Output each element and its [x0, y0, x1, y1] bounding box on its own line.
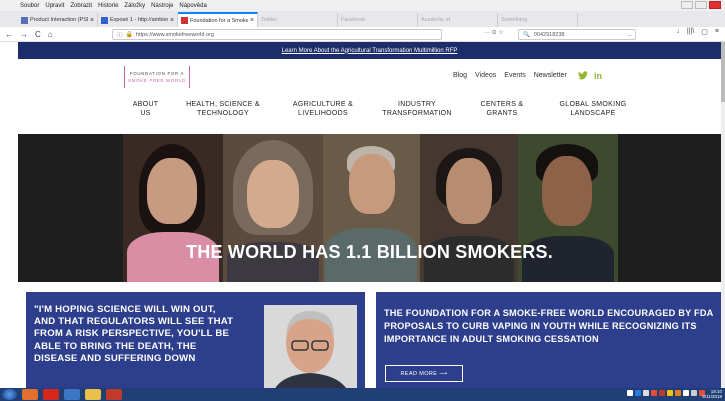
- downloads-icon[interactable]: ↓: [676, 28, 680, 36]
- system-tray: [627, 390, 705, 396]
- start-button[interactable]: [2, 389, 17, 400]
- search-input[interactable]: 🔍 0042918238 →: [518, 29, 636, 40]
- news-card[interactable]: THE FOUNDATION FOR A SMOKE-FREE WORLD EN…: [376, 292, 721, 388]
- tab-strip: Product Interaction (PSI) × Exposé 1 - ht…: [0, 11, 725, 27]
- back-button[interactable]: ←: [5, 30, 13, 39]
- quote-text: "I'M HOPING SCIENCE WILL WIN OUT, AND TH…: [34, 304, 234, 364]
- menu-file[interactable]: Soubor: [20, 3, 39, 9]
- menu-edit[interactable]: Upravit: [45, 3, 64, 9]
- portrait-photo: [264, 305, 357, 388]
- menu-tools[interactable]: Nástroje: [151, 3, 173, 9]
- quote-card[interactable]: "I'M HOPING SCIENCE WILL WIN OUT, AND TH…: [26, 292, 365, 388]
- tab-6[interactable]: Academy of: [418, 13, 498, 27]
- menu-view[interactable]: Zobrazit: [70, 3, 92, 9]
- site-logo[interactable]: FOUNDATION FOR A SMOKE-FREE WORLD: [124, 66, 190, 88]
- app-taskbar-icon[interactable]: [106, 389, 122, 400]
- lock-icon: 🔒: [125, 32, 133, 38]
- taskbar-clock[interactable]: 18:10 8/11/2018: [702, 389, 722, 399]
- page-viewport: Learn More About the Agricultural Transf…: [18, 42, 721, 388]
- toolbar-tools: ↓ |||\ ▢ ≡: [676, 28, 719, 36]
- tray-icon[interactable]: [659, 390, 665, 396]
- linkedin-icon[interactable]: in: [594, 71, 602, 82]
- page-scrollbar[interactable]: [721, 42, 725, 388]
- tray-icon[interactable]: [635, 390, 641, 396]
- tab-close-icon[interactable]: ×: [170, 17, 174, 24]
- explorer-taskbar-icon[interactable]: [64, 389, 80, 400]
- maximize-button[interactable]: [695, 1, 707, 9]
- menu-bar: Soubor Upravit Zobrazit Historie Záložky…: [0, 0, 725, 11]
- firefox-taskbar-icon[interactable]: [22, 389, 38, 400]
- tray-icon[interactable]: [651, 390, 657, 396]
- social-links: in: [578, 71, 602, 82]
- page-actions[interactable]: ··· ⊙ ☆: [484, 29, 504, 36]
- tab-close-icon[interactable]: ×: [90, 17, 94, 24]
- favicon-icon: [181, 17, 188, 24]
- nav-industry-transformation[interactable]: INDUSTRY TRANSFORMATION: [373, 100, 461, 118]
- sidebar-icon[interactable]: ▢: [701, 28, 708, 36]
- tab-2[interactable]: Exposé 1 - http://ambientkiss.com×: [98, 13, 178, 27]
- network-icon[interactable]: [691, 390, 697, 396]
- search-value: 0042918238: [533, 31, 565, 38]
- close-window-button[interactable]: [709, 1, 721, 9]
- nav-global-smoking-landscape[interactable]: GLOBAL SMOKING LANDSCAPE: [543, 100, 643, 118]
- read-more-button[interactable]: READ MORE ⟶: [385, 365, 463, 382]
- favicon-icon: [21, 16, 28, 24]
- hero-banner: THE WORLD HAS 1.1 BILLION SMOKERS.: [18, 134, 721, 282]
- hero-headline: THE WORLD HAS 1.1 BILLION SMOKERS.: [186, 242, 553, 262]
- url-bar[interactable]: ⓘ 🔒 https://www.smokefreeworld.org: [112, 29, 442, 40]
- library-icon[interactable]: |||\: [687, 28, 694, 36]
- search-go-button[interactable]: →: [627, 32, 636, 38]
- news-title: THE FOUNDATION FOR A SMOKE-FREE WORLD EN…: [384, 308, 714, 344]
- nav-videos[interactable]: Videos: [475, 72, 496, 79]
- tab-3-active[interactable]: Foundation for a Smoke-Free W...×: [178, 12, 258, 27]
- window-controls: [681, 1, 721, 9]
- taskbar: 18:10 8/11/2018: [0, 388, 725, 401]
- tab-1[interactable]: Product Interaction (PSI) ×: [18, 13, 98, 27]
- volume-icon[interactable]: [683, 390, 689, 396]
- nav-agriculture-livelihoods[interactable]: AGRICULTURE & LIVELIHOODS: [273, 100, 373, 118]
- menu-help[interactable]: Nápověda: [179, 3, 206, 9]
- reload-button[interactable]: C: [35, 30, 41, 39]
- tab-7[interactable]: Something: [498, 13, 578, 27]
- scrollbar-thumb[interactable]: [721, 42, 725, 102]
- tab-close-icon[interactable]: ×: [250, 17, 254, 24]
- nav-events[interactable]: Events: [504, 72, 525, 79]
- nav-health-science-technology[interactable]: HEALTH, SCIENCE & TECHNOLOGY: [173, 100, 273, 118]
- menu-bookmarks[interactable]: Záložky: [124, 3, 145, 9]
- tray-icon[interactable]: [627, 390, 633, 396]
- tray-icon[interactable]: [675, 390, 681, 396]
- nav-newsletter[interactable]: Newsletter: [534, 72, 567, 79]
- main-nav: ABOUT US HEALTH, SCIENCE & TECHNOLOGY AGRI…: [118, 100, 718, 118]
- search-icon: 🔍: [523, 31, 530, 38]
- info-icon[interactable]: ⓘ: [117, 31, 123, 39]
- tray-icon[interactable]: [643, 390, 649, 396]
- home-button[interactable]: ⌂: [48, 30, 53, 39]
- nav-centers-grants[interactable]: CENTERS & GRANTS: [461, 100, 543, 118]
- folder-taskbar-icon[interactable]: [85, 389, 101, 400]
- menu-history[interactable]: Historie: [98, 3, 118, 9]
- nav-blog[interactable]: Blog: [453, 72, 467, 79]
- tab-5[interactable]: Facebook: [338, 13, 418, 27]
- navigation-toolbar: ← → C ⌂ ⓘ 🔒 https://www.smokefreeworld.o…: [0, 27, 725, 42]
- forward-button[interactable]: →: [20, 30, 28, 39]
- favicon-icon: [101, 16, 108, 24]
- announcement-banner-link[interactable]: Learn More About the Agricultural Transf…: [18, 42, 721, 59]
- tray-icon[interactable]: [667, 390, 673, 396]
- minimize-button[interactable]: [681, 1, 693, 9]
- twitter-icon[interactable]: [578, 71, 588, 82]
- nav-about-us[interactable]: ABOUT US: [118, 100, 173, 118]
- secondary-nav: Blog Videos Events Newsletter: [453, 72, 567, 79]
- tab-4[interactable]: Twitter: [258, 13, 338, 27]
- url-text: https://www.smokefreeworld.org: [136, 31, 214, 38]
- acrobat-taskbar-icon[interactable]: [43, 389, 59, 400]
- hamburger-menu-icon[interactable]: ≡: [715, 28, 719, 36]
